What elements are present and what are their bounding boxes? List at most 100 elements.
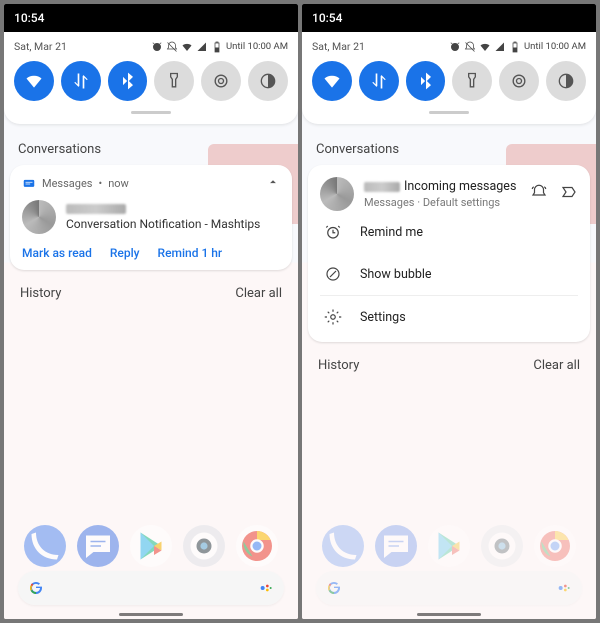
messages-app-icon — [22, 177, 36, 191]
play-store-app[interactable] — [130, 525, 172, 567]
quick-settings-row — [14, 61, 288, 101]
remind-me-label: Remind me — [360, 225, 423, 240]
bell-ring-icon — [530, 183, 548, 201]
shade-date: Sat, Mar 21 — [14, 40, 67, 53]
notification-age: now — [108, 177, 129, 190]
wifi-status-icon — [181, 41, 193, 53]
bluetooth-icon — [118, 71, 138, 91]
qs-data[interactable] — [359, 61, 399, 101]
messages-app[interactable] — [375, 525, 417, 567]
chrome-app[interactable] — [236, 525, 278, 567]
qs-wifi[interactable] — [14, 61, 54, 101]
status-icons: Until 10:00 AM — [151, 41, 288, 53]
clear-all-button[interactable]: Clear all — [235, 286, 282, 301]
notification-header: Messages • now — [22, 175, 280, 192]
dock — [4, 525, 298, 567]
alerting-toggle[interactable] — [530, 183, 548, 205]
nfc-icon — [211, 71, 231, 91]
assistant-icon[interactable] — [556, 580, 572, 596]
notification-actions: Mark as read Reply Remind 1 hr — [22, 246, 280, 260]
qs-bluetooth[interactable] — [108, 61, 148, 101]
qs-dark[interactable] — [248, 61, 288, 101]
status-bar: 10:54 — [4, 4, 298, 32]
qs-dark[interactable] — [546, 61, 586, 101]
qs-wifi[interactable] — [312, 61, 352, 101]
notification-app: Messages — [42, 177, 92, 190]
shade-date: Sat, Mar 21 — [312, 40, 365, 53]
search-bar[interactable] — [18, 571, 284, 605]
remind-me-item[interactable]: Remind me — [320, 211, 578, 253]
gesture-nav-bar[interactable] — [417, 613, 481, 616]
status-bar: 10:54 — [302, 4, 596, 32]
assistant-icon[interactable] — [258, 580, 274, 596]
status-time: 10:54 — [312, 11, 342, 25]
flashlight-icon — [462, 71, 482, 91]
channel-setting: Default settings — [423, 196, 500, 209]
quick-settings-row — [312, 61, 586, 101]
qs-data[interactable] — [61, 61, 101, 101]
notification-card[interactable]: Messages • now Conversation Notification… — [10, 165, 292, 270]
shade-handle[interactable] — [131, 111, 171, 114]
status-icons: Until 10:00 AM — [449, 41, 586, 53]
qs-flashlight[interactable] — [452, 61, 492, 101]
signal-icon — [494, 41, 506, 53]
wifi-icon — [322, 71, 342, 91]
bluetooth-icon — [416, 71, 436, 91]
channel-title: Incoming messages — [404, 179, 516, 194]
notification-longpress-panel: Incoming messages Messages · Default set… — [308, 165, 590, 342]
google-logo-icon — [28, 580, 44, 596]
remind-1hr-button[interactable]: Remind 1 hr — [158, 246, 223, 260]
dark-icon — [556, 71, 576, 91]
qs-bluetooth[interactable] — [406, 61, 446, 101]
shade-handle[interactable] — [429, 111, 469, 114]
phone-app[interactable] — [322, 525, 364, 567]
battery-icon — [509, 41, 521, 53]
google-logo-icon — [326, 580, 342, 596]
reply-button[interactable]: Reply — [110, 246, 140, 260]
avatar — [22, 200, 56, 234]
dnd-icon — [464, 41, 476, 53]
avatar — [320, 177, 354, 211]
clear-all-button[interactable]: Clear all — [533, 358, 580, 373]
mark-as-read-button[interactable]: Mark as read — [22, 246, 92, 260]
priority-toggle[interactable] — [560, 183, 578, 205]
messages-app[interactable] — [77, 525, 119, 567]
phone-left: 10:54 Sat, Mar 21 Until 10:00 AM Convers… — [4, 4, 298, 619]
app-name: Messages — [364, 196, 414, 209]
conversations-label: Conversations — [4, 124, 298, 165]
wifi-status-icon — [479, 41, 491, 53]
status-until: Until 10:00 AM — [524, 41, 586, 52]
bubble-icon — [324, 265, 342, 283]
battery-icon — [211, 41, 223, 53]
settings-label: Settings — [360, 310, 406, 325]
history-label[interactable]: History — [20, 286, 61, 301]
nfc-icon — [509, 71, 529, 91]
search-bar[interactable] — [316, 571, 582, 605]
status-until: Until 10:00 AM — [226, 41, 288, 52]
sender-name-redacted — [66, 204, 126, 214]
qs-nfc[interactable] — [499, 61, 539, 101]
alarm-icon — [151, 41, 163, 53]
show-bubble-label: Show bubble — [360, 267, 432, 282]
camera-app[interactable] — [183, 525, 225, 567]
play-store-app[interactable] — [428, 525, 470, 567]
phone-right: 10:54 Sat, Mar 21 Until 10:00 AM Convers… — [302, 4, 596, 619]
collapse-button[interactable] — [266, 175, 280, 192]
qs-nfc[interactable] — [201, 61, 241, 101]
history-label[interactable]: History — [318, 358, 359, 373]
notification-body: Conversation Notification - Mashtips — [66, 217, 260, 231]
priority-icon — [560, 183, 578, 201]
dock — [302, 525, 596, 567]
longpress-header: Incoming messages Messages · Default set… — [320, 177, 578, 211]
sender-name-redacted — [364, 182, 400, 192]
data-icon — [71, 71, 91, 91]
chrome-app[interactable] — [534, 525, 576, 567]
qs-flashlight[interactable] — [154, 61, 194, 101]
show-bubble-item[interactable]: Show bubble — [320, 253, 578, 295]
gesture-nav-bar[interactable] — [119, 613, 183, 616]
status-time: 10:54 — [14, 11, 44, 25]
camera-app[interactable] — [481, 525, 523, 567]
phone-app[interactable] — [24, 525, 66, 567]
dnd-icon — [166, 41, 178, 53]
settings-item[interactable]: Settings — [320, 295, 578, 338]
